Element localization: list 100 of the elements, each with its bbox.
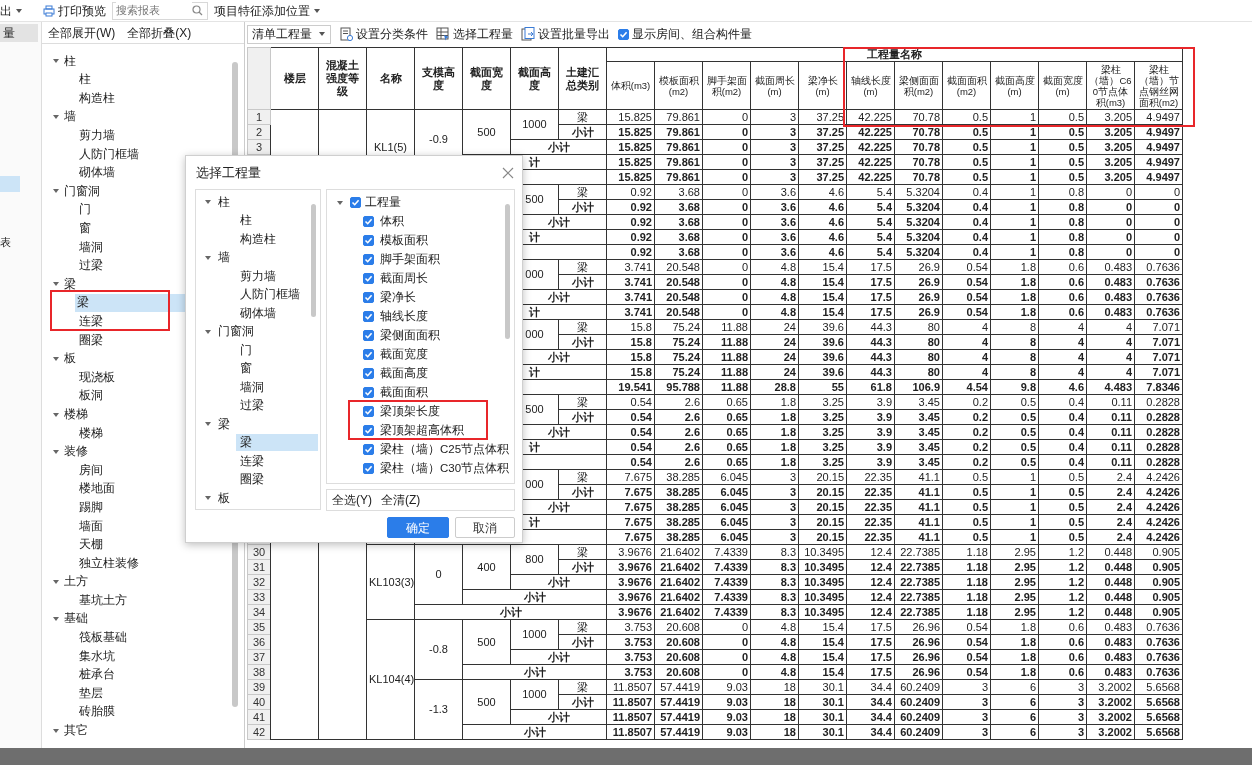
tree-item[interactable]: 桩承台 [77, 666, 117, 684]
tree-group[interactable]: 装修 [62, 443, 90, 461]
scrollbar[interactable] [505, 204, 510, 339]
tree-item[interactable]: 基坑土方 [77, 591, 129, 610]
checkbox[interactable] [363, 444, 374, 455]
tree-item[interactable]: 窗 [77, 220, 93, 238]
table-cell: 0.448 [1086, 589, 1135, 605]
toolbar-action[interactable]: 选择工程量 [436, 25, 513, 43]
tree-group[interactable]: 柱 [62, 52, 78, 70]
tree-group[interactable]: 门窗洞 [62, 182, 102, 201]
tree-group[interactable]: 楼梯 [62, 405, 90, 424]
checkbox[interactable] [618, 28, 629, 40]
tree-item[interactable]: 筏板基础 [77, 629, 129, 647]
ok-button[interactable]: 确定 [387, 517, 449, 538]
table-cell: 0.54 [606, 409, 655, 425]
tree-group[interactable]: 板 [218, 489, 230, 507]
checkbox[interactable] [363, 330, 374, 341]
tree-group[interactable]: 梁 [218, 415, 230, 433]
tree-item[interactable]: 天棚 [77, 536, 105, 554]
table-cell: 0.483 [1086, 649, 1135, 665]
close-icon[interactable] [502, 166, 514, 179]
tree-item[interactable]: 踢脚 [77, 498, 105, 517]
tree-item[interactable]: 圈梁 [77, 331, 105, 349]
tree-item[interactable]: 构造柱 [236, 230, 280, 248]
side-tab[interactable]: 量 [0, 24, 38, 42]
tree-item[interactable]: 集水坑 [77, 647, 117, 665]
checkbox[interactable] [350, 197, 361, 208]
tree-item[interactable]: 圈梁 [236, 471, 268, 489]
quantity-type-select[interactable]: 清单工程量 [247, 24, 331, 44]
table-cell: 38.285 [654, 514, 703, 530]
tree-item[interactable]: 楼梯 [77, 424, 105, 442]
checkbox[interactable] [363, 254, 374, 265]
tree-group[interactable]: 梁 [62, 275, 78, 294]
checkbox[interactable] [363, 387, 374, 398]
tree-action-link[interactable]: 全部展开(W) [48, 23, 116, 42]
checkbox[interactable] [363, 463, 374, 474]
tree-item[interactable]: 楼地面 [77, 480, 117, 498]
column-header: 截面宽度 [462, 47, 511, 110]
cancel-button[interactable]: 取消 [455, 517, 515, 538]
toolbar-action[interactable]: 设置批量导出 [521, 25, 610, 43]
tree-item[interactable]: 构造柱 [77, 89, 117, 108]
tree-item[interactable]: 门 [77, 201, 93, 219]
side-item[interactable]: 表 [0, 234, 20, 250]
checkbox[interactable] [363, 311, 374, 322]
tree-item[interactable]: 柱 [236, 212, 256, 230]
tree-item[interactable]: 现浇板 [77, 368, 117, 386]
tree-item[interactable]: 梁 [236, 434, 318, 452]
tree-item[interactable]: 连梁 [236, 452, 268, 470]
tree-item[interactable]: 柱 [77, 71, 93, 89]
tree-item[interactable]: 连梁 [77, 313, 105, 331]
export-menu[interactable]: 出 [0, 1, 23, 20]
tree-item[interactable]: 垫层 [77, 684, 105, 703]
checkbox[interactable] [363, 349, 374, 360]
checkbox[interactable] [363, 235, 374, 246]
checkbox[interactable] [363, 425, 374, 436]
tree-item[interactable]: 墙洞 [236, 378, 268, 396]
tree-group[interactable]: 墙 [62, 108, 78, 126]
link[interactable]: 全选(Y) [332, 491, 372, 509]
tree-item[interactable]: 门 [236, 341, 256, 359]
table-cell: 41.1 [894, 484, 943, 500]
table-cell: 0 [702, 289, 751, 305]
table-cell: 8 [990, 364, 1039, 380]
search-field[interactable]: 搜索报表 [112, 1, 208, 20]
tree-item[interactable]: 砖胎膜 [77, 703, 117, 721]
checkbox[interactable] [363, 368, 374, 379]
print-preview-button[interactable]: 打印预览 [43, 1, 106, 20]
tree-item[interactable]: 过梁 [236, 397, 268, 415]
tree-item[interactable]: 剪力墙 [236, 267, 280, 285]
tree-item[interactable]: 砌体墙 [77, 164, 117, 182]
checkbox[interactable] [363, 292, 374, 303]
tree-item[interactable]: 板洞 [77, 387, 105, 405]
table-cell: 15.8 [606, 364, 655, 380]
tree-group[interactable]: 土方 [62, 573, 90, 591]
table-cell: 21.6402 [654, 544, 703, 560]
tree-item[interactable]: 窗 [236, 360, 256, 378]
checkbox[interactable] [363, 216, 374, 227]
tree-item[interactable]: 人防门框墙 [77, 145, 141, 163]
tree-item[interactable]: 剪力墙 [77, 127, 117, 145]
checkbox[interactable] [363, 273, 374, 284]
table-cell: 12.4 [846, 589, 895, 605]
tree-group[interactable]: 工程量 [365, 193, 401, 212]
toolbar-action[interactable]: 设置分类条件 [339, 25, 428, 43]
tree-group[interactable]: 墙 [218, 249, 230, 267]
tree-item[interactable]: 独立柱装修 [77, 554, 141, 572]
tree-item[interactable]: 过梁 [77, 257, 105, 275]
link[interactable]: 全清(Z) [381, 491, 421, 509]
tree-group[interactable]: 其它 [62, 722, 90, 740]
tree-group[interactable]: 柱 [218, 193, 230, 211]
feature-position-dropdown[interactable]: 项目特征添加位置 [214, 1, 321, 20]
tree-item[interactable]: 房间 [77, 461, 105, 479]
tree-group[interactable]: 板 [62, 350, 78, 368]
tree-item[interactable]: 墙面 [77, 517, 105, 535]
checkbox[interactable] [363, 406, 374, 417]
tree-group[interactable]: 门窗洞 [218, 323, 254, 341]
tree-action-link[interactable]: 全部折叠(X) [127, 23, 192, 42]
table-cell: 3.753 [606, 619, 655, 635]
scrollbar[interactable] [311, 204, 316, 317]
tree-group[interactable]: 基础 [62, 610, 90, 628]
table-cell: 1.8 [990, 649, 1039, 665]
tree-item[interactable]: 墙洞 [77, 238, 105, 256]
